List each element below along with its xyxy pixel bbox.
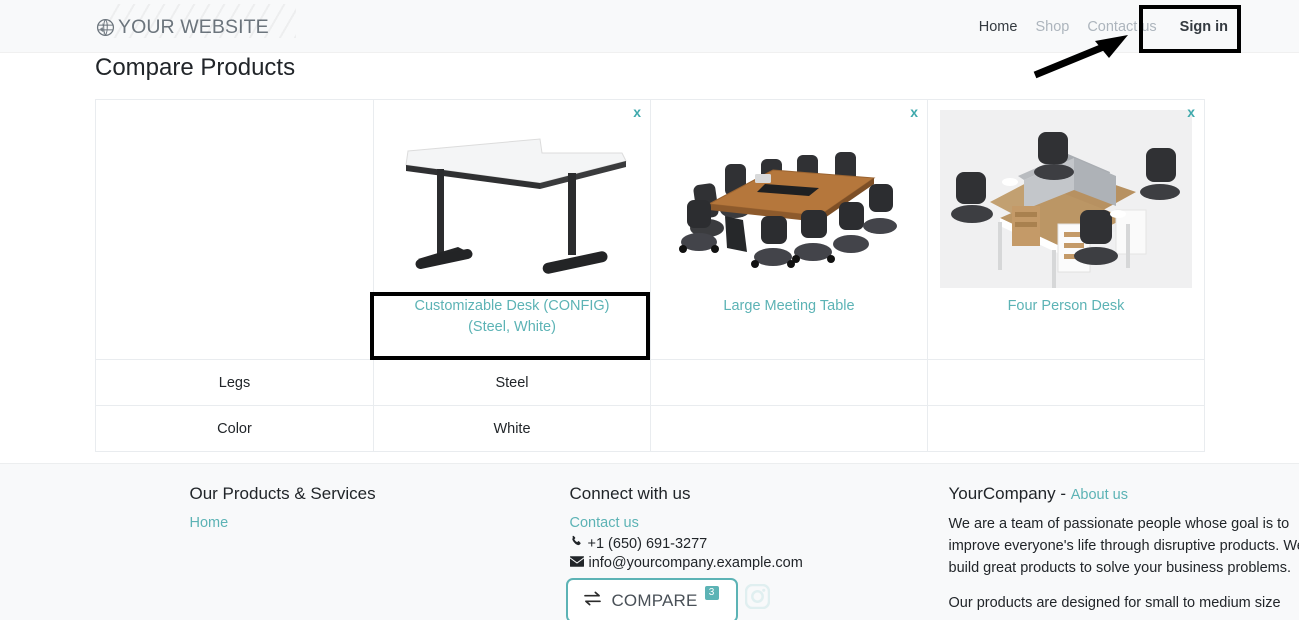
attribute-value-legs-3: [927, 359, 1205, 406]
product-image-2[interactable]: [651, 100, 927, 290]
product-name-link-3[interactable]: Four Person Desk: [928, 290, 1204, 317]
product-column-3: x Four Person Desk: [927, 99, 1205, 360]
product-name-link-1[interactable]: Customizable Desk (CONFIG) (Steel, White…: [374, 290, 650, 338]
footer-phone: +1 (650) 691-3277: [570, 535, 910, 552]
footer-heading-products: Our Products & Services: [189, 484, 376, 503]
footer-column-products: Our Products & Services Home: [190, 484, 520, 532]
footer-column-connect: Connect with us Contact us +1 (650) 691-…: [569, 484, 910, 571]
product-image-1[interactable]: [374, 100, 650, 290]
nav-item-shop[interactable]: Shop: [1026, 19, 1078, 35]
attribute-name-legs: Legs: [95, 359, 374, 406]
compare-widget-button[interactable]: COMPARE 3: [566, 578, 738, 620]
footer-link-contact-us[interactable]: Contact us: [570, 515, 639, 531]
nav-item-contact-us[interactable]: Contact us: [1078, 19, 1165, 35]
footer-email-text: info@yourcompany.example.com: [588, 555, 803, 571]
attribute-value-legs-1: Steel: [373, 359, 651, 406]
compare-widget-count-badge: 3: [704, 585, 719, 600]
company-description-1: We are a team of passionate people whose…: [948, 516, 1299, 576]
attribute-value-color-1: White: [373, 405, 651, 452]
site-header: YOUR WEBSITE Home Shop Contact us Sign i…: [0, 0, 1299, 53]
attribute-value-legs-2: [650, 359, 928, 406]
brand-name: YOUR WEBSITE: [118, 15, 269, 38]
main-nav: Home Shop Contact us Sign in: [970, 0, 1242, 53]
remove-product-icon[interactable]: x: [1187, 105, 1195, 119]
nav-item-home[interactable]: Home: [970, 19, 1027, 35]
table-row-products: x Customizable Desk (CONFIG) (Steel, Whi…: [95, 99, 1205, 360]
phone-icon: [570, 535, 583, 552]
attribute-name-color: Color: [95, 405, 374, 452]
table-row: Legs Steel: [95, 359, 1205, 406]
compare-products-table: x Customizable Desk (CONFIG) (Steel, Whi…: [95, 99, 1205, 452]
instagram-icon[interactable]: [744, 583, 770, 614]
remove-product-icon[interactable]: x: [910, 105, 918, 119]
compare-widget-label: COMPARE: [611, 590, 698, 610]
product-image-3[interactable]: [928, 100, 1204, 290]
company-description-2: Our products are designed for small to m…: [948, 595, 1281, 612]
table-cell-empty-corner: [95, 99, 374, 360]
footer-heading-connect: Connect with us: [569, 484, 691, 503]
envelope-icon: [569, 555, 584, 571]
brand-logo[interactable]: YOUR WEBSITE: [96, 4, 296, 42]
company-name: YourCompany: [948, 484, 1056, 503]
page-title: Compare Products: [95, 54, 296, 81]
footer-link-home[interactable]: Home: [190, 515, 229, 531]
footer-email: info@yourcompany.example.com: [569, 555, 910, 571]
company-dash: -: [1060, 484, 1067, 503]
product-name-link-2[interactable]: Large Meeting Table: [651, 290, 927, 317]
footer-column-company: YourCompany - About us We are a team of …: [949, 484, 1299, 615]
footer-heading-company: YourCompany - About us: [949, 484, 1299, 504]
page-root: YOUR WEBSITE Home Shop Contact us Sign i…: [0, 0, 1299, 620]
table-row: Color White: [95, 405, 1205, 452]
compare-arrows-icon: [583, 591, 602, 611]
remove-product-icon[interactable]: x: [633, 105, 641, 119]
footer-phone-text: +1 (650) 691-3277: [587, 535, 708, 552]
product-column-2: x Large Meeting Table: [650, 99, 928, 360]
globe-icon: [96, 18, 118, 37]
sign-in-button[interactable]: Sign in: [1166, 19, 1242, 35]
attribute-value-color-2: [650, 405, 928, 452]
product-column-1: x Customizable Desk (CONFIG) (Steel, Whi…: [373, 99, 651, 360]
attribute-value-color-3: [927, 405, 1205, 452]
footer-link-about-us[interactable]: About us: [1071, 487, 1128, 503]
